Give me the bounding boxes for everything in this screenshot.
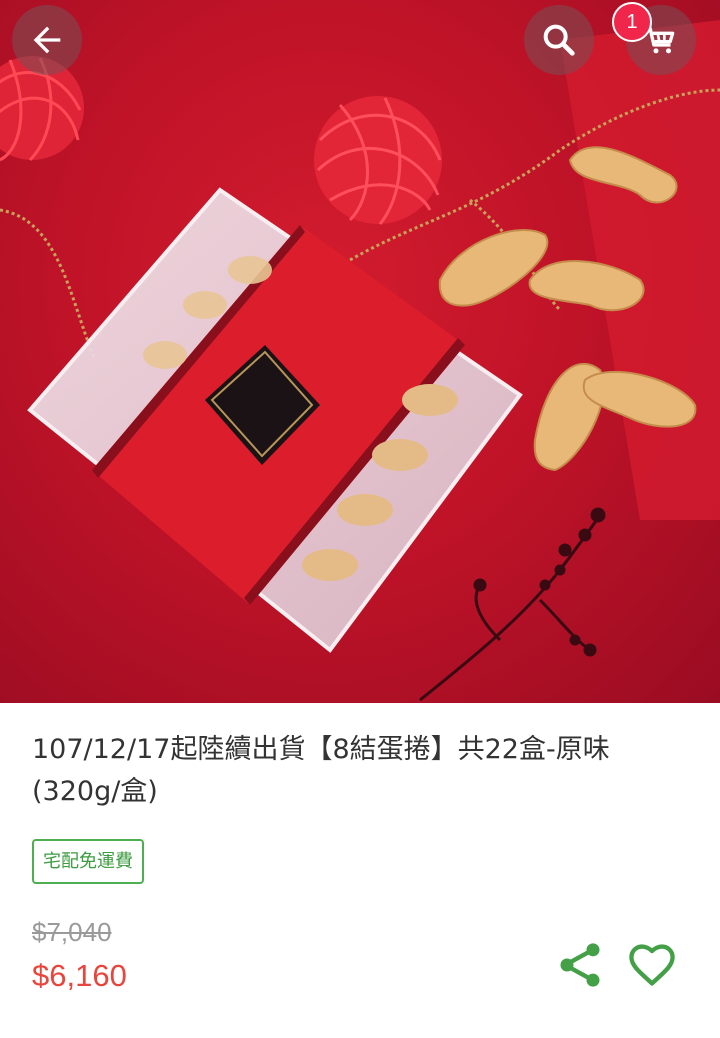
string-ball-center [314, 96, 442, 225]
search-icon [543, 24, 575, 56]
cookie-box [27, 187, 523, 653]
share-button[interactable] [554, 939, 606, 991]
share-icon [560, 943, 600, 987]
dried-flower-branch [419, 507, 606, 702]
free-shipping-tag: 宅配免運費 [32, 839, 144, 884]
product-info-panel: 107/12/17起陸續出貨【8結蛋捲】共22盒-原味(320g/盒) 宅配免運… [0, 703, 720, 1038]
favorite-button[interactable] [626, 939, 678, 991]
cart-count-badge: 1 [612, 2, 652, 42]
product-photo [0, 20, 720, 702]
sale-price: $6,160 [32, 958, 127, 993]
product-image [0, 0, 720, 703]
arrow-left-icon [33, 26, 61, 54]
search-button[interactable] [524, 5, 594, 75]
back-button[interactable] [12, 5, 82, 75]
product-title: 107/12/17起陸續出貨【8結蛋捲】共22盒-原味(320g/盒) [32, 734, 610, 807]
original-price: $7,040 [32, 917, 112, 947]
heart-outline-icon [629, 944, 675, 986]
